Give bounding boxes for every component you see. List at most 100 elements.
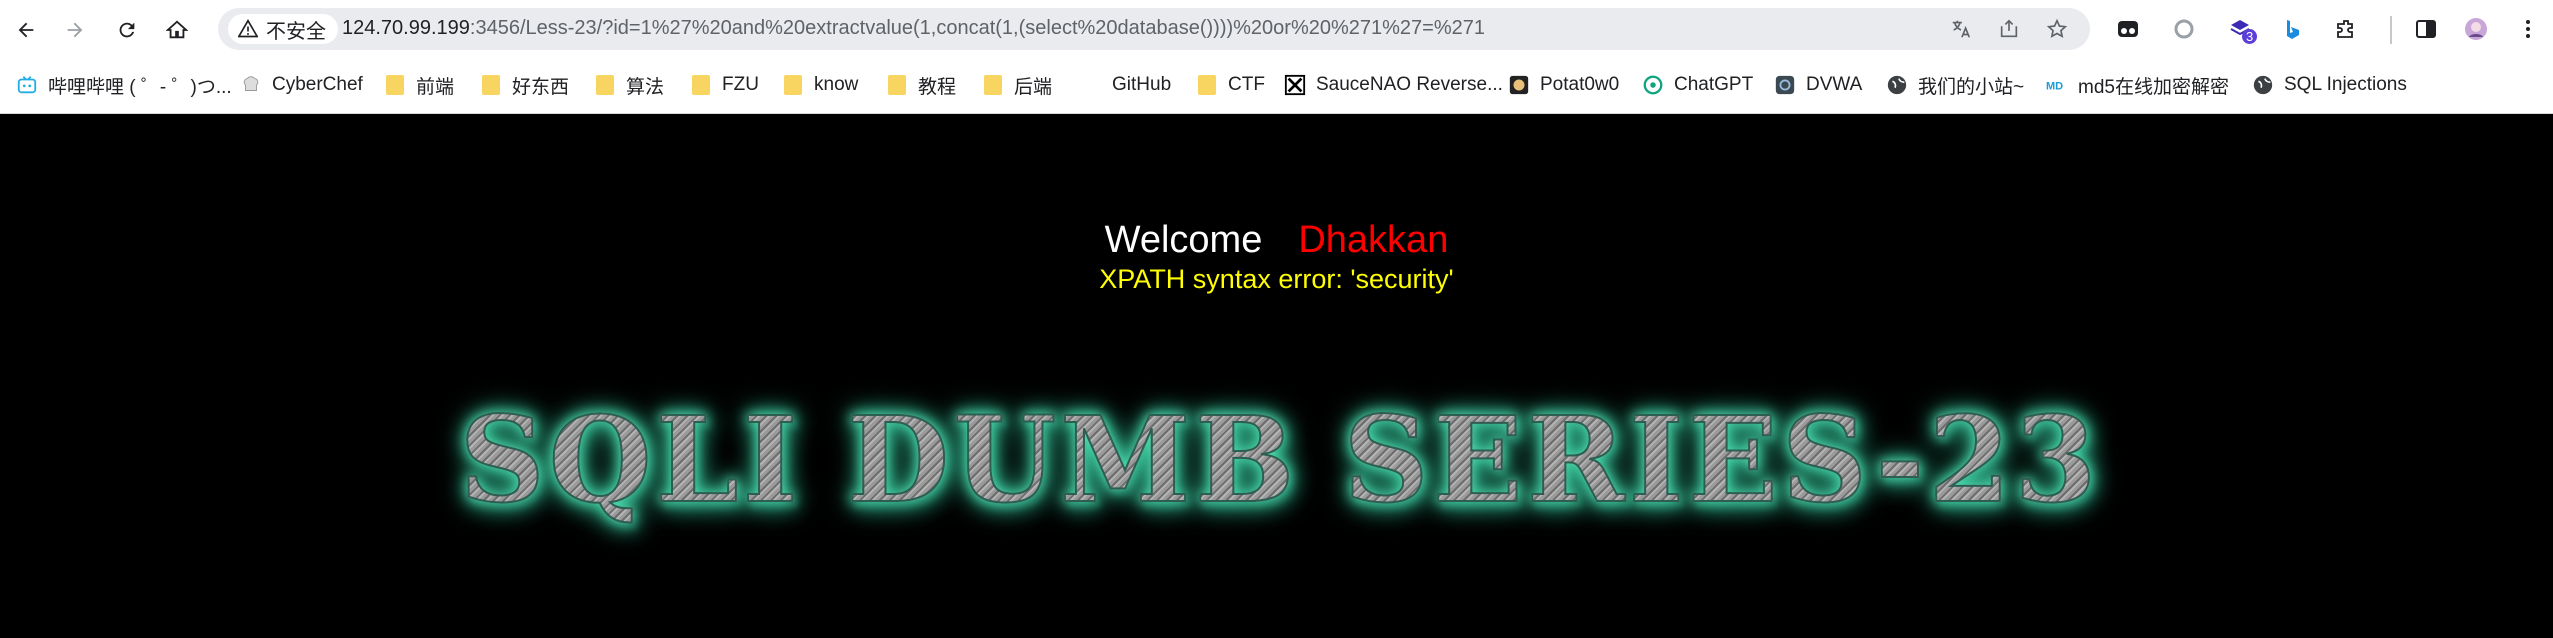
bookmark-label: CTF [1228,74,1265,95]
github-icon [1080,74,1102,96]
bookmark-dvwa[interactable]: DVWA [1774,70,1862,100]
bookmark-cyberchef[interactable]: CyberChef [240,70,363,100]
home-button[interactable] [160,13,194,47]
welcome-line: Welcome Dhakkan [0,218,2553,262]
star-icon [2046,18,2068,38]
svg-text:MD: MD [2046,81,2063,93]
bookmark-folder-ctf[interactable]: CTF [1196,70,1265,100]
home-icon [166,20,188,39]
bookmark-label: 教程 [918,76,957,98]
banner-title: SQLI DUMB SERIES-23 [459,389,2101,530]
warning-icon [238,19,258,38]
extension-circle[interactable] [2168,13,2200,45]
browser-chrome: 不安全 124.70.99.199:3456/Less-23/?id=1%27%… [0,0,2553,114]
sqli-banner-image: SQLI DUMB SERIES-23 [459,384,2098,534]
bookmark-label: SQL Injections [2284,74,2407,95]
circle-extension-icon [2174,19,2194,39]
bookmark-our-site[interactable]: 我们的小站~ [1886,70,2024,100]
security-label: 不安全 [266,20,326,43]
share-icon [2000,19,2018,38]
extension-tampermonkey[interactable] [2112,13,2144,45]
url-path: :3456/Less-23/?id=1%27%20and%20extractva… [469,17,1485,39]
bookmark-star-button[interactable] [2044,16,2070,42]
bookmark-label: 算法 [626,76,665,98]
bookmarks-bar: 哔哩哔哩 ( ゜- ゜)つ... CyberChef 前端 好东西 算法 FZU… [0,64,2553,106]
extensions-button[interactable] [2330,13,2362,45]
back-arrow-icon [18,22,34,38]
potato-icon [1508,74,1530,96]
bookmark-saucenao[interactable]: SauceNAO Reverse... [1284,70,1503,100]
dvwa-icon [1774,74,1796,96]
folder-icon [594,74,616,96]
xpath-error-message: XPATH syntax error: 'security' [1099,264,1454,294]
extension-stack[interactable]: 3 [2224,13,2258,45]
bookmark-label: 哔哩哔哩 ( ゜- ゜)つ... [48,76,232,98]
extension-bing[interactable] [2276,13,2308,45]
globe-icon [1886,74,1908,96]
side-panel-button[interactable] [2410,13,2442,45]
menu-button[interactable] [2512,13,2544,45]
bookmark-label: 好东西 [512,76,570,98]
bookmark-label: GitHub [1112,74,1172,95]
bookmark-label: 前端 [416,76,455,98]
bookmark-label: ChatGPT [1674,74,1754,95]
md5-icon: MD [2046,74,2068,96]
share-button[interactable] [1996,16,2022,42]
reload-button[interactable] [110,13,144,47]
bookmark-label: FZU [722,74,759,95]
bookmark-sql-injections[interactable]: SQL Injections [2252,70,2407,100]
translate-button[interactable] [1948,16,1974,42]
security-chip[interactable]: 不安全 [228,14,338,44]
username-text: Dhakkan [1298,219,1449,261]
forward-arrow-icon [67,22,83,38]
bookmark-bilibili[interactable]: 哔哩哔哩 ( ゜- ゜)つ... [16,70,232,100]
bookmark-label: SauceNAO Reverse... [1316,74,1503,95]
puzzle-icon [2337,20,2353,38]
url-text[interactable]: 124.70.99.199:3456/Less-23/?id=1%27%20an… [342,17,1485,40]
bookmark-folder-tutorial[interactable]: 教程 [886,70,956,100]
tampermonkey-icon [2118,21,2138,37]
folder-icon [690,74,712,96]
folder-icon [886,74,908,96]
folder-icon [384,74,406,96]
bookmark-label: 我们的小站~ [1918,76,2025,98]
bookmark-label: 后端 [1014,76,1053,98]
bookmark-folder-goodstuff[interactable]: 好东西 [480,70,569,100]
bookmark-folder-backend[interactable]: 后端 [982,70,1052,100]
avatar-icon [2465,18,2487,40]
address-bar[interactable]: 不安全 124.70.99.199:3456/Less-23/?id=1%27%… [218,8,2090,50]
bookmark-potato[interactable]: Potat0w0 [1508,70,1619,100]
browser-toolbar: 不安全 124.70.99.199:3456/Less-23/?id=1%27%… [0,0,2553,58]
more-vert-icon [2526,20,2530,38]
bilibili-icon [16,74,38,96]
folder-icon [480,74,502,96]
bookmark-label: CyberChef [272,74,363,95]
side-panel-icon [2416,20,2436,38]
profile-avatar[interactable] [2460,13,2492,45]
folder-icon [1196,74,1218,96]
translate-icon [1952,20,1971,38]
chef-icon [240,74,262,96]
url-host: 124.70.99.199 [342,17,470,39]
globe-icon [2252,74,2274,96]
extension-badge: 3 [2242,29,2258,44]
bookmark-github[interactable]: GitHub [1080,70,1171,100]
bookmark-label: md5在线加密解密 [2078,76,2229,98]
reload-icon [119,22,135,38]
back-button[interactable] [9,13,43,47]
forward-button[interactable] [58,13,92,47]
folder-icon [982,74,1004,96]
bookmark-label: DVWA [1806,74,1863,95]
page-content: Welcome Dhakkan XPATH syntax error: 'secu… [0,114,2553,638]
bookmark-chatgpt[interactable]: ChatGPT [1642,70,1753,100]
bookmark-folder-algorithm[interactable]: 算法 [594,70,664,100]
bookmark-label: Potat0w0 [1540,74,1620,95]
folder-icon [782,74,804,96]
bookmark-label: know [814,74,859,95]
bing-icon [2287,20,2299,39]
bookmark-folder-frontend[interactable]: 前端 [384,70,454,100]
chatgpt-icon [1642,74,1664,96]
bookmark-md5[interactable]: MD md5在线加密解密 [2046,70,2229,100]
bookmark-folder-fzu[interactable]: FZU [690,70,759,100]
bookmark-folder-know[interactable]: know [782,70,858,100]
